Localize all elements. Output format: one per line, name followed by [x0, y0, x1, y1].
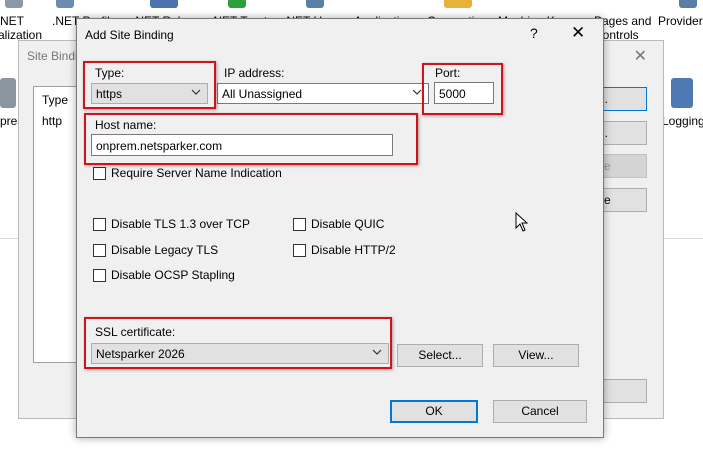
checkbox-box[interactable]: [93, 269, 106, 282]
ip-address-label: IP address:: [224, 66, 285, 80]
checkbox-box[interactable]: [293, 244, 306, 257]
logging-label: Logging: [662, 114, 703, 128]
cancel-button[interactable]: Cancel: [493, 400, 587, 423]
ssl-certificate-highlight: [84, 317, 392, 369]
port-highlight: [422, 63, 503, 115]
connection-icon: [444, 0, 472, 8]
view-certificate-button[interactable]: View...: [493, 344, 579, 367]
close-icon[interactable]: ✕: [571, 23, 585, 43]
checkbox-box[interactable]: [93, 167, 106, 180]
type-highlight: [83, 61, 216, 109]
provider-icon: [679, 0, 697, 8]
roles-icon: [150, 0, 178, 8]
ok-button[interactable]: OK: [390, 400, 478, 423]
host-name-highlight: [84, 113, 418, 165]
users-icon: [306, 0, 324, 8]
close-icon[interactable]: ✕: [634, 46, 647, 66]
server-icon: [0, 78, 16, 108]
help-icon[interactable]: ?: [530, 25, 538, 41]
checkbox-box[interactable]: [93, 244, 106, 257]
ip-address-select[interactable]: All Unassigned: [217, 83, 429, 104]
profile-icon: [56, 0, 74, 8]
checkbox-box[interactable]: [93, 218, 106, 231]
ribbon-item-globalization[interactable]: NET alization: [0, 14, 42, 42]
select-certificate-button[interactable]: Select...: [397, 344, 483, 367]
dialog-title: Add Site Binding: [85, 28, 174, 42]
globe-icon: [5, 0, 23, 8]
trust-check-icon: [228, 0, 246, 8]
list-header-type: Type: [42, 93, 69, 107]
mouse-cursor-icon: [515, 212, 529, 232]
ribbon-item-provider[interactable]: Provider: [658, 14, 703, 28]
logging-icon: [671, 78, 693, 108]
list-item[interactable]: http: [42, 114, 62, 128]
checkbox-box[interactable]: [293, 218, 306, 231]
chevron-down-icon: [412, 89, 422, 95]
